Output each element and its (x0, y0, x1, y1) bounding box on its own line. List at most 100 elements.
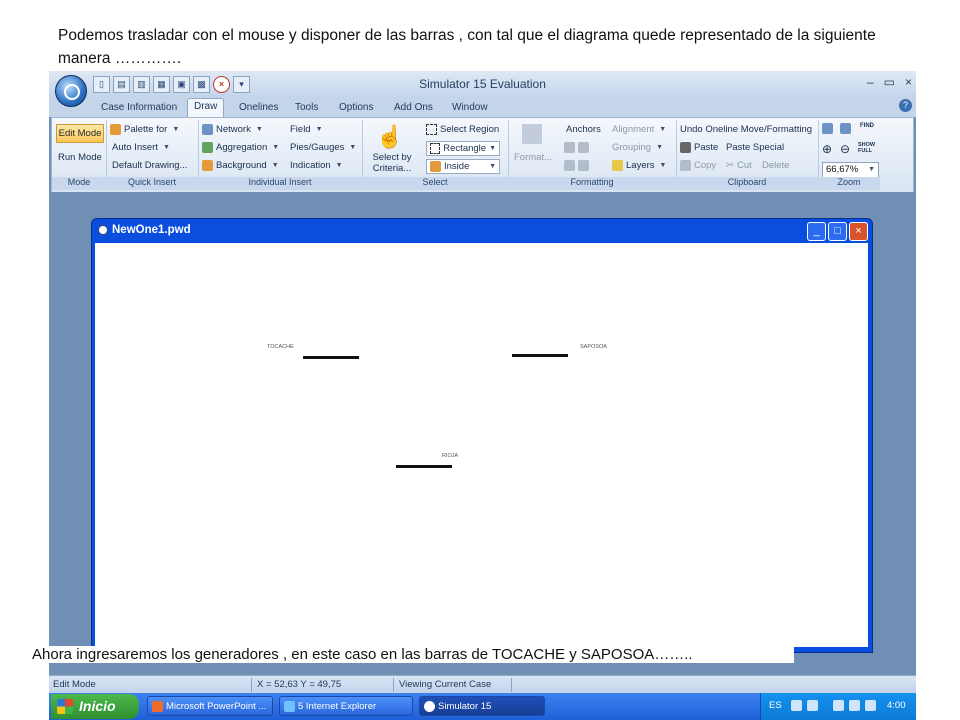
status-view: Viewing Current Case (399, 679, 492, 690)
tab-tools[interactable]: Tools (289, 100, 324, 115)
oneline-canvas[interactable]: TOCACHE SAPOSOA RIOJA (95, 243, 868, 647)
bus-bar-saposoa[interactable] (512, 354, 568, 357)
child-close-button[interactable]: × (849, 222, 868, 241)
aggregation-button[interactable]: Aggregation ▼ (202, 142, 279, 153)
status-coords: X = 52,63 Y = 49,75 (257, 679, 342, 690)
system-tray: ES 4:00 (760, 693, 916, 720)
tray-icon[interactable] (807, 700, 818, 711)
group-clipboard: Undo Oneline Move/Formatting Paste Paste… (676, 120, 819, 190)
bus-label-rioja: RIOJA (442, 453, 459, 459)
grouping-button[interactable]: Grouping ▼ (612, 142, 663, 153)
restore-button[interactable]: ▭ (884, 75, 895, 89)
zoom-area-icon[interactable] (822, 123, 833, 134)
zoom-level-input[interactable]: 66,67% ▼ (822, 162, 879, 178)
field-button[interactable]: Field ▼ (290, 124, 323, 135)
zoom-in-icon[interactable]: ⊕ (822, 142, 832, 156)
window-controls: – ▭ × (867, 75, 912, 89)
alignment-button[interactable]: Alignment ▼ (612, 124, 666, 135)
caption-top: Podemos trasladar con el mouse y dispone… (58, 27, 876, 67)
title-bar: ▯ ▤ ▥ ▦ ▣ ▩ × ▾ Simulator 15 Evaluation … (49, 71, 916, 97)
layers-button[interactable]: Layers ▼ (612, 160, 666, 171)
tab-draw[interactable]: Draw (187, 98, 225, 119)
copy-button[interactable]: Copy (680, 160, 716, 171)
tab-add-ons[interactable]: Add Ons (388, 100, 439, 115)
undo-button[interactable]: Undo Oneline Move/Formatting (680, 124, 812, 135)
ie-icon (284, 701, 295, 712)
taskbar-powerpoint[interactable]: Microsoft PowerPoint ... (147, 696, 273, 716)
tab-case-information[interactable]: Case Information (95, 100, 183, 115)
child-minimize-button[interactable]: _ (807, 222, 826, 241)
format-button[interactable]: Format... (514, 152, 552, 163)
paste-icon (680, 142, 691, 153)
indication-button[interactable]: Indication ▼ (290, 160, 343, 171)
background-button[interactable]: Background ▼ (202, 160, 279, 171)
help-tray-icon[interactable] (791, 700, 802, 711)
taskbar-internet-explorer[interactable]: 5 Internet Explorer (279, 696, 413, 716)
child-window-controls: _ □ × (807, 222, 868, 241)
group-label-individual-insert: Individual Insert (198, 177, 362, 190)
network-icon (202, 124, 213, 135)
zoom-out-area-icon[interactable] (840, 123, 851, 134)
show-full-button[interactable]: SHOW FULL (858, 142, 876, 154)
run-mode-button[interactable]: Run Mode (58, 152, 102, 163)
document-title: NewOne1.pwd (112, 224, 191, 236)
child-maximize-button[interactable]: □ (828, 222, 847, 241)
zoom-out-icon[interactable]: ⊖ (840, 142, 850, 156)
help-icon[interactable]: ? (899, 99, 912, 112)
tab-options[interactable]: Options (333, 100, 379, 115)
select-region-button[interactable]: Select Region (426, 124, 499, 135)
inside-dropdown[interactable]: Inside ▼ (426, 159, 500, 174)
find-button[interactable]: FIND (860, 123, 874, 129)
palette-icon (110, 124, 121, 135)
close-button[interactable]: × (905, 75, 912, 89)
edit-mode-button[interactable]: Edit Mode (56, 124, 104, 143)
inside-icon (430, 161, 441, 172)
select-by-criteria-button[interactable]: Select by Criteria... (368, 152, 416, 174)
palette-for-button[interactable]: Palette for ▼ (110, 124, 179, 135)
app-orb-button[interactable] (55, 75, 87, 107)
taskbar-simulator[interactable]: Simulator 15 (419, 696, 545, 716)
group-individual-insert: Network ▼ Aggregation ▼ Background ▼ Field ▼… (198, 120, 363, 190)
workspace: NewOne1.pwd _ □ × TOCACHE SAPOSOA RIOJA (49, 192, 916, 675)
layers-icon (612, 160, 623, 171)
bus-bar-tocache[interactable] (303, 356, 359, 359)
paste-special-button[interactable]: Paste Special (726, 142, 784, 153)
network-button[interactable]: Network ▼ (202, 124, 263, 135)
windows-flag-icon (57, 699, 73, 714)
clock: 4:00 (887, 700, 906, 711)
group-quick-insert: Palette for ▼ Auto Insert ▼ Default Drawin… (106, 120, 199, 190)
group-mode: Edit Mode Run Mode Mode (52, 120, 107, 190)
anchors-button[interactable]: Anchors (566, 124, 601, 135)
ribbon-tabs: Case Information Draw Onelines Tools Opt… (49, 97, 916, 119)
group-label-zoom: Zoom (818, 177, 880, 190)
group-label-formatting: Formatting (508, 177, 676, 190)
powerpoint-icon (152, 701, 163, 712)
delete-button[interactable]: Delete (762, 160, 789, 171)
tab-window[interactable]: Window (446, 100, 494, 115)
background-icon (202, 160, 213, 171)
app-title: Simulator 15 Evaluation (419, 77, 546, 91)
minimize-button[interactable]: – (867, 75, 874, 89)
group-formatting: Format... Anchors Alignment ▼ Grouping ▼ L… (508, 120, 677, 190)
taskbar: Inicio Microsoft PowerPoint ... 5 Intern… (49, 693, 916, 720)
bus-label-saposoa: SAPOSOA (580, 344, 607, 350)
pen-icon[interactable] (564, 142, 589, 153)
volume-tray-icon[interactable] (865, 700, 876, 711)
bus-bar-rioja[interactable] (396, 465, 452, 468)
group-label-mode: Mode (52, 177, 106, 190)
rectangle-dropdown[interactable]: Rectangle ▼ (426, 141, 500, 156)
start-button[interactable]: Inicio (51, 694, 139, 719)
network-tray-icon[interactable] (833, 700, 844, 711)
security-tray-icon[interactable] (849, 700, 860, 711)
default-drawing-button[interactable]: Default Drawing... (112, 160, 188, 171)
pies-gauges-button[interactable]: Pies/Gauges ▼ (290, 142, 356, 153)
paste-button[interactable]: Paste (680, 142, 718, 153)
tab-onelines[interactable]: Onelines (233, 100, 284, 115)
arrange-icon[interactable] (564, 160, 589, 171)
language-indicator[interactable]: ES (769, 700, 782, 711)
auto-insert-button[interactable]: Auto Insert ▼ (112, 142, 170, 153)
document-icon (97, 224, 109, 236)
group-label-select: Select (362, 177, 508, 190)
hand-pointer-icon[interactable]: ☝ (376, 124, 403, 150)
cut-button[interactable]: ✂ Cut (726, 160, 752, 171)
